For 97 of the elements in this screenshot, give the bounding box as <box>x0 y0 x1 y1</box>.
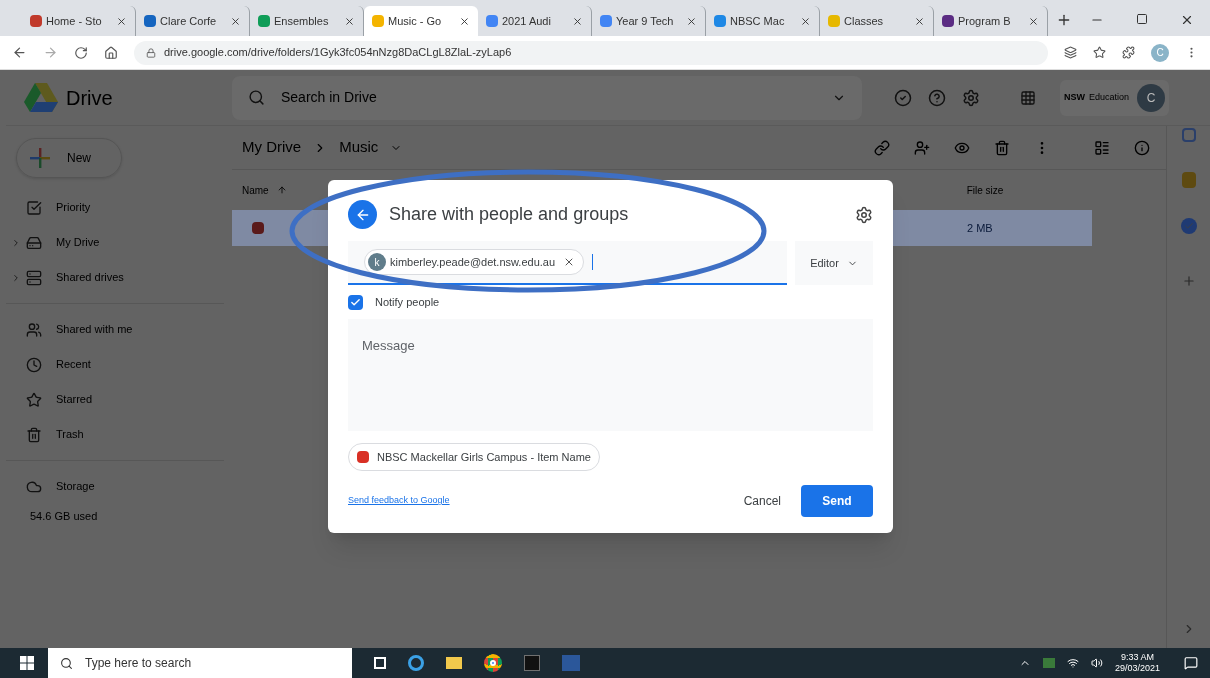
account-avatar[interactable]: C <box>1137 83 1166 112</box>
settings-icon[interactable] <box>855 205 873 224</box>
tab-title: Clare Corfe <box>160 13 218 29</box>
sidebar-item[interactable]: Shared drives <box>6 260 232 295</box>
close-icon[interactable] <box>459 15 470 27</box>
network-icon[interactable] <box>1066 657 1079 669</box>
tab-title: Ensembles <box>274 13 330 29</box>
close-icon[interactable] <box>686 15 697 27</box>
trash-icon <box>26 426 42 443</box>
link-icon[interactable] <box>874 139 890 156</box>
role-dropdown[interactable]: Editor <box>795 241 873 285</box>
add-person-icon[interactable] <box>914 139 930 156</box>
browser-tab[interactable]: Music - Go <box>364 6 478 36</box>
help-icon[interactable] <box>928 88 946 107</box>
speaker-icon[interactable] <box>1090 657 1103 669</box>
recipient-chip[interactable]: k kimberley.peade@det.nsw.edu.au <box>364 249 585 275</box>
apps-grid-icon[interactable] <box>1020 89 1036 106</box>
sidebar-item[interactable]: My Drive <box>6 225 232 260</box>
drive-logo-icon <box>24 82 58 113</box>
recipient-avatar: k <box>368 253 386 271</box>
close-icon[interactable] <box>344 15 355 27</box>
close-icon[interactable] <box>1180 13 1194 27</box>
lock-icon <box>146 47 156 58</box>
drive-icon <box>26 234 42 251</box>
sort-arrow-icon[interactable] <box>276 185 287 195</box>
extension-icon[interactable] <box>1064 46 1077 59</box>
clock-text[interactable]: 9:33 AM 29/03/2021 <box>1114 652 1160 674</box>
text-cursor <box>592 254 594 270</box>
sidebar-item[interactable]: Priority <box>6 190 232 225</box>
back-icon[interactable] <box>12 45 27 60</box>
notify-checkbox[interactable] <box>348 294 363 310</box>
taskbar-search-field[interactable]: Type here to search <box>48 648 352 678</box>
sidebar-item[interactable]: Recent <box>6 347 232 382</box>
sidebar-item[interactable]: Storage <box>6 469 232 504</box>
file-size: 2 MB <box>967 220 993 236</box>
tab-title: Classes <box>844 13 885 29</box>
dialog-title: Share with people and groups <box>389 203 630 226</box>
notifications-icon[interactable] <box>1184 656 1198 670</box>
tab-title: Year 9 Tech <box>616 13 675 29</box>
cancel-button[interactable]: Cancel <box>731 485 793 517</box>
storage-usage: 54.6 GB used <box>30 509 99 524</box>
tab-title: 2021 Audi <box>502 13 552 29</box>
tab-title: Program B <box>958 13 1012 29</box>
offline-icon[interactable] <box>894 88 912 107</box>
close-icon[interactable] <box>914 15 925 27</box>
app-title: Drive <box>66 85 113 111</box>
sidebar-item[interactable]: Shared with me <box>6 312 232 347</box>
reload-icon[interactable] <box>74 45 88 60</box>
info-icon[interactable] <box>1134 139 1150 156</box>
feedback-link[interactable]: Send feedback to Google <box>348 494 732 508</box>
windows-logo-icon[interactable] <box>20 656 34 670</box>
sidebar-item[interactable]: Trash <box>6 417 232 452</box>
chrome-icon[interactable] <box>484 654 502 672</box>
bookmark-star-icon[interactable] <box>1093 46 1106 59</box>
send-button[interactable]: Send <box>801 485 873 517</box>
people-icon <box>26 321 42 338</box>
column-header[interactable]: File size <box>966 182 1004 198</box>
message-field[interactable]: Message <box>348 319 873 431</box>
column-header[interactable]: Name <box>242 182 269 198</box>
search-icon <box>60 656 73 670</box>
puzzle-icon[interactable] <box>1122 46 1135 59</box>
shared-drive-icon <box>26 269 42 286</box>
back-button[interactable] <box>348 200 377 229</box>
file-type-icon <box>357 451 369 463</box>
recipient-email: kimberley.peade@det.nsw.edu.au <box>390 254 556 270</box>
notify-label: Notify people <box>375 294 440 310</box>
recipient-field[interactable]: k kimberley.peade@det.nsw.edu.au <box>348 241 787 285</box>
url-text: drive.google.com/drive/folders/1Gyk3fc054nNzg8DaCLgL8ZlaL-zyLap6 <box>164 45 512 61</box>
plus-icon <box>29 147 51 169</box>
close-icon[interactable] <box>572 15 583 27</box>
tab-title: Home - Sto <box>46 13 103 29</box>
close-icon[interactable] <box>230 15 241 27</box>
breadcrumb-item[interactable]: Music <box>339 136 379 159</box>
checkbox-icon <box>26 199 42 216</box>
close-icon[interactable] <box>800 15 811 27</box>
org-logo: NSW <box>1064 90 1085 104</box>
maximize-icon[interactable] <box>1136 13 1148 25</box>
star-icon <box>26 391 42 408</box>
home-icon[interactable] <box>104 45 118 60</box>
tab-title: NBSC Mac <box>730 13 786 29</box>
search-placeholder: Search in Drive <box>281 88 378 107</box>
tab-title: Music - Go <box>388 13 443 29</box>
address-bar[interactable]: drive.google.com/drive/folders/1Gyk3fc054nNzg8DaCLgL8ZlaL-zyLap6 <box>134 40 1048 65</box>
trash-icon[interactable] <box>994 139 1010 156</box>
check-icon <box>350 296 361 308</box>
breadcrumb-item[interactable]: My Drive <box>242 136 302 159</box>
org-name: Education <box>1089 90 1130 104</box>
search-field[interactable]: Search in Drive <box>232 75 862 120</box>
file-type-icon <box>252 222 264 234</box>
search-icon <box>248 89 265 106</box>
list-view-icon[interactable] <box>1094 139 1110 156</box>
new-tab-icon[interactable] <box>1056 12 1072 28</box>
sidebar-item[interactable]: Starred <box>6 382 232 417</box>
close-icon[interactable] <box>116 15 127 27</box>
close-icon[interactable] <box>1028 15 1039 27</box>
forward-icon[interactable] <box>43 45 58 60</box>
clock-icon <box>26 356 42 373</box>
